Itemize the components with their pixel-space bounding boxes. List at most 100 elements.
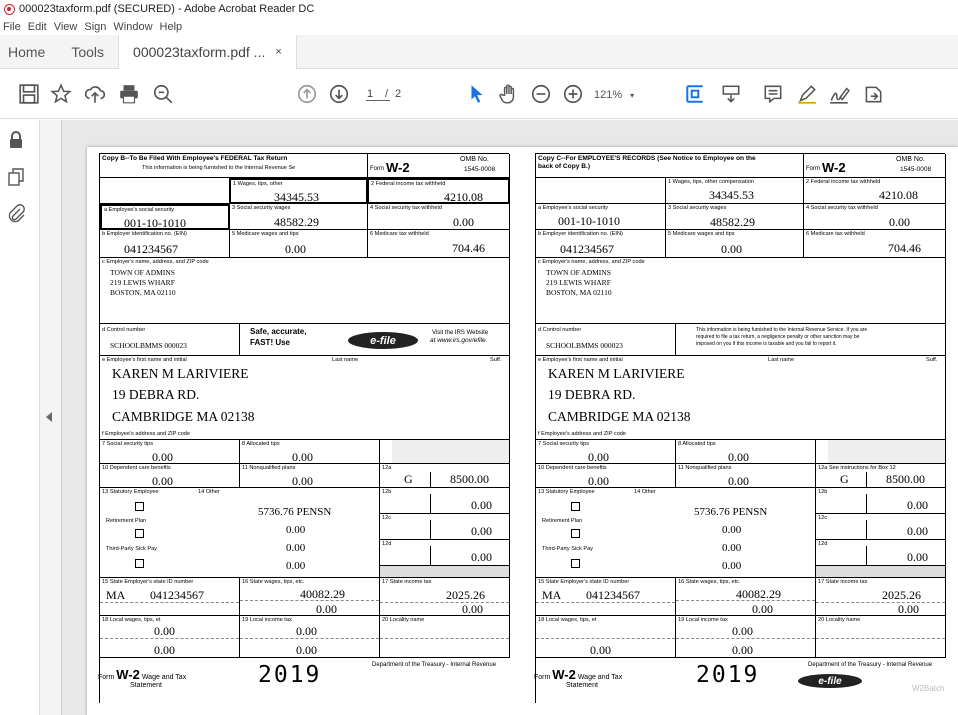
omb-label-c: OMB No.: [896, 156, 925, 163]
panel-collapse-bar[interactable]: [40, 120, 62, 715]
box14-line4-c: 0.00: [722, 560, 742, 572]
box14-line1-c: 5736.76 PENSN: [694, 506, 768, 518]
box5-value: 0.00: [285, 242, 306, 256]
tab-tools[interactable]: Tools: [57, 44, 118, 60]
visit-url: at www.irs.gov/efile.: [430, 337, 488, 344]
tab-home[interactable]: Home: [0, 44, 57, 60]
state-code-c: MA: [542, 588, 562, 602]
box6-value: 704.46: [452, 241, 485, 255]
boxa-label: a Employee's social security: [104, 207, 175, 213]
omb-number: 1545-0008: [464, 166, 496, 173]
sign-icon[interactable]: [826, 81, 852, 107]
box3-label-c: 3 Social security wages: [668, 205, 727, 211]
control-number-c: SCHOOLBMMS 000023: [546, 341, 623, 350]
fit-page-icon[interactable]: [682, 81, 708, 107]
left-panel: [0, 120, 40, 715]
box19-value2-c: 0.00: [732, 643, 753, 657]
statutory-checkbox-c[interactable]: [571, 502, 580, 511]
box12b-label-c: 12b: [818, 489, 828, 495]
share-icon[interactable]: [860, 81, 886, 107]
lock-icon[interactable]: [6, 130, 26, 150]
zoom-dropdown[interactable]: 121% ▾: [594, 84, 646, 106]
box4-label-c: 4 Social security tax withheld: [806, 205, 878, 211]
save-icon[interactable]: [16, 81, 42, 107]
page-separator: /: [385, 88, 389, 100]
box13-label-c: 13 Statutory Employee: [538, 489, 595, 495]
box8-label-c: 8 Allocated tips: [678, 441, 716, 447]
state-id-c: 041234567: [586, 588, 640, 602]
box11-label-c: 11 Nonqualified plans: [678, 465, 732, 471]
menu-edit[interactable]: Edit: [28, 21, 47, 33]
boxf-label: f Employee's address and ZIP code: [102, 431, 191, 437]
box11-value: 0.00: [292, 474, 313, 488]
box-a: a Employee's social security 001-10-1010: [100, 204, 230, 230]
box7-value: 0.00: [152, 450, 173, 464]
print-icon[interactable]: [116, 81, 142, 107]
employee-city-c: CAMBRIDGE MA 02138: [548, 409, 691, 424]
box12a-code-c: G: [840, 472, 849, 486]
retirement-checkbox-c[interactable]: [571, 529, 580, 538]
employer-street: 219 LEWIS WHARF: [110, 278, 175, 287]
employee-city: CAMBRIDGE MA 02138: [112, 409, 255, 424]
retirement-checkbox[interactable]: [135, 529, 144, 538]
menu-sign[interactable]: Sign: [84, 21, 106, 33]
footer-wage-c: Wage and Tax: [577, 674, 623, 681]
upload-icon[interactable]: [82, 81, 108, 107]
copy-pages-icon[interactable]: [6, 167, 26, 187]
boxa-value: 001-10-1010: [124, 216, 186, 230]
zoom-out-icon[interactable]: [150, 81, 176, 107]
form-label: Form: [370, 166, 384, 172]
box5-value-c: 0.00: [721, 242, 742, 256]
boxd-label-c: d Control number: [538, 327, 582, 333]
box14-line4: 0.00: [286, 560, 306, 572]
zoom-plus-icon[interactable]: [560, 81, 586, 107]
document-area[interactable]: Copy B--To Be Filed With Employee's FEDE…: [62, 120, 958, 715]
control-number: SCHOOLBMMS 000023: [110, 341, 187, 350]
employee-name: KAREN M LARIVIERE: [112, 366, 249, 381]
sick-pay-checkbox-c[interactable]: [571, 559, 580, 568]
box16-label-c: 16 State wages, tips, etc.: [678, 579, 741, 585]
box6-label: 6 Medicare tax withheld: [370, 231, 429, 237]
select-arrow-icon[interactable]: [464, 81, 490, 107]
footer-form: Form W-2 Wage and Tax: [98, 667, 186, 682]
page-up-icon[interactable]: [294, 81, 320, 107]
box14-line1: 5736.76 PENSN: [258, 506, 332, 518]
box1-label-c: 1 Wages, tips, other compensation: [668, 179, 754, 185]
box14-line3-c: 0.00: [722, 542, 742, 554]
box12c-label-c: 12c: [818, 515, 828, 521]
boxb-value-c: 041234567: [560, 242, 614, 256]
box19-label: 19 Local income tax: [242, 617, 292, 623]
suffix-label: Suff.: [490, 357, 502, 363]
sick-pay-checkbox[interactable]: [135, 559, 144, 568]
page-down-icon[interactable]: [326, 81, 352, 107]
boxc-label-c: c Employer's name, address, and ZIP code: [538, 259, 645, 265]
menu-view[interactable]: View: [54, 21, 78, 33]
hand-icon[interactable]: [496, 81, 522, 107]
menu-window[interactable]: Window: [113, 21, 152, 33]
suffix-label-c: Suff.: [926, 357, 938, 363]
page-current[interactable]: 1: [367, 88, 373, 100]
comment-icon[interactable]: [760, 81, 786, 107]
attachment-icon[interactable]: [6, 203, 26, 223]
boxa-label-c: a Employee's social security: [538, 205, 609, 211]
box16-value2-c: 0.00: [752, 602, 773, 616]
box20-label-c: 20 Locality name: [818, 617, 861, 623]
tab-document[interactable]: 000023taxform.pdf ... ×: [118, 34, 297, 69]
statutory-checkbox[interactable]: [135, 502, 144, 511]
box7-label: 7 Social security tips: [102, 441, 153, 447]
box19-label-c: 19 Local income tax: [678, 617, 728, 623]
tax-year: 2019: [258, 662, 322, 688]
footer-form-label-c: Form: [534, 674, 551, 681]
sick-pay-label: Third-Party Sick Pay: [106, 546, 157, 552]
scroll-mode-icon[interactable]: [718, 81, 744, 107]
zoom-minus-icon[interactable]: [528, 81, 554, 107]
close-tab-icon[interactable]: ×: [275, 46, 281, 58]
menu-file[interactable]: File: [3, 21, 21, 33]
employer-name-c: TOWN OF ADMINS: [546, 268, 611, 277]
highlight-pen-icon[interactable]: [794, 81, 820, 107]
bookmark-star-icon[interactable]: [48, 81, 74, 107]
menu-help[interactable]: Help: [160, 21, 183, 33]
box10-label: 10 Dependent care benefits: [102, 465, 171, 471]
omb-number-c: 1545-0008: [900, 166, 932, 173]
toolbar: [0, 69, 958, 119]
